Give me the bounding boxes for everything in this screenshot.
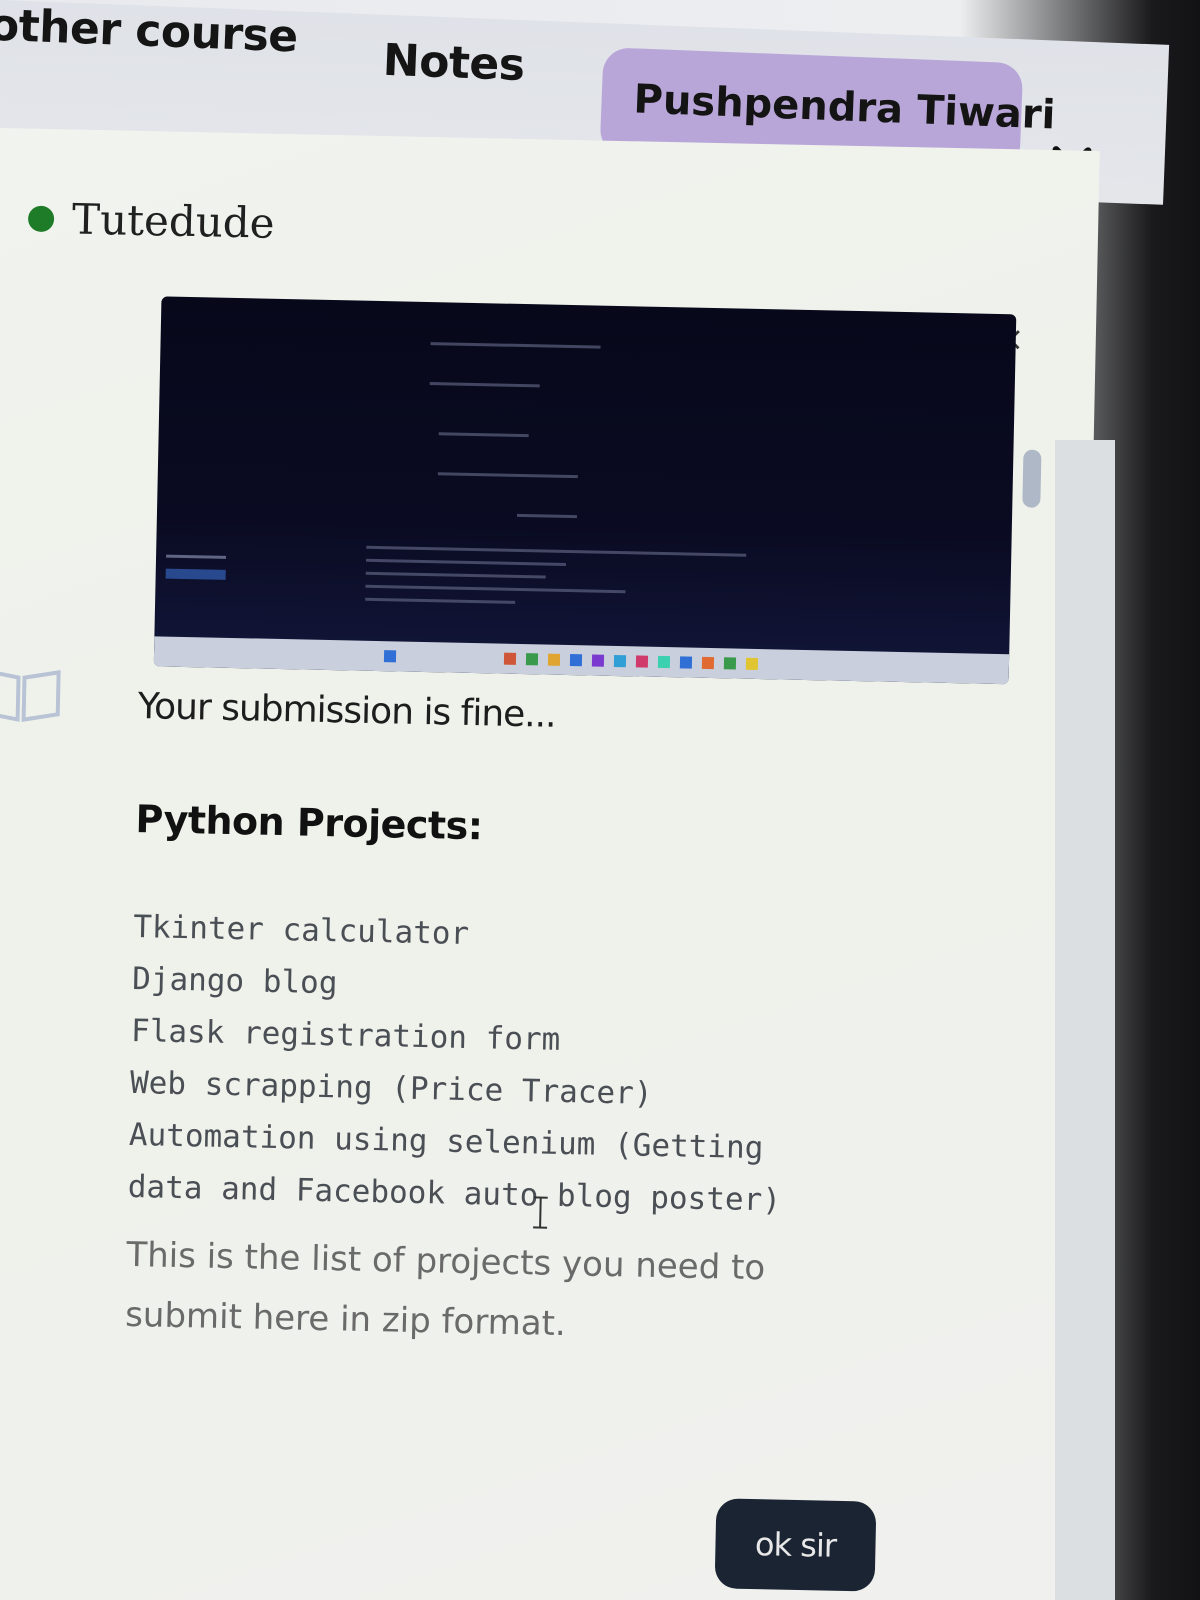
code-line — [437, 472, 578, 479]
code-line — [366, 545, 747, 557]
attachment-taskbar — [153, 636, 1010, 685]
code-line — [438, 432, 529, 438]
message-text: Your submission is fine... — [137, 686, 557, 736]
code-line — [365, 597, 516, 604]
chat-window: Tutedude × — [0, 128, 1100, 1600]
taskbar-icon — [503, 652, 517, 665]
reply-ok-sir-button[interactable]: ok sir — [714, 1498, 877, 1592]
nav-notes[interactable]: Notes — [382, 35, 525, 91]
taskbar-icon — [591, 654, 605, 667]
taskbar-icon — [383, 650, 397, 663]
screen: other course Notes Pushpendra Tiwari Tut… — [0, 0, 1200, 1600]
online-status-dot — [27, 205, 55, 232]
code-line — [430, 342, 601, 349]
code-line — [365, 584, 626, 594]
attachment-screenshot[interactable] — [153, 296, 1017, 685]
projects-heading: Python Projects: — [135, 796, 483, 849]
taskbar-icon — [635, 655, 649, 668]
taskbar-icon — [745, 657, 759, 670]
nav-other-course[interactable]: other course — [0, 0, 299, 62]
taskbar-icon — [657, 655, 671, 669]
message-bubble: Your submission is fine... Python Projec… — [124, 686, 1018, 1397]
code-line — [429, 382, 540, 388]
instruction-text: This is the list of projects you need to… — [124, 1234, 766, 1345]
taskbar-icon — [525, 653, 539, 666]
code-line — [365, 571, 546, 579]
projects-list: Tkinter calculator Django blog Flask reg… — [127, 901, 1013, 1231]
chat-header: Tutedude — [27, 194, 276, 248]
code-line — [365, 558, 567, 566]
code-line — [165, 568, 226, 580]
taskbar-icon — [723, 657, 737, 670]
taskbar-icon — [613, 654, 627, 668]
book-icon — [0, 668, 61, 722]
taskbar-icon — [679, 656, 693, 669]
taskbar-icon — [701, 656, 715, 670]
taskbar-icon — [547, 653, 561, 666]
code-line — [516, 513, 578, 519]
scrollbar-thumb[interactable] — [1022, 449, 1042, 508]
user-name: Pushpendra Tiwari — [632, 76, 1057, 139]
chat-title: Tutedude — [71, 194, 276, 248]
scrollbar-track[interactable] — [1055, 440, 1115, 1600]
text-cursor-icon — [533, 1196, 548, 1229]
taskbar-icon — [569, 654, 583, 667]
code-line — [166, 554, 227, 559]
